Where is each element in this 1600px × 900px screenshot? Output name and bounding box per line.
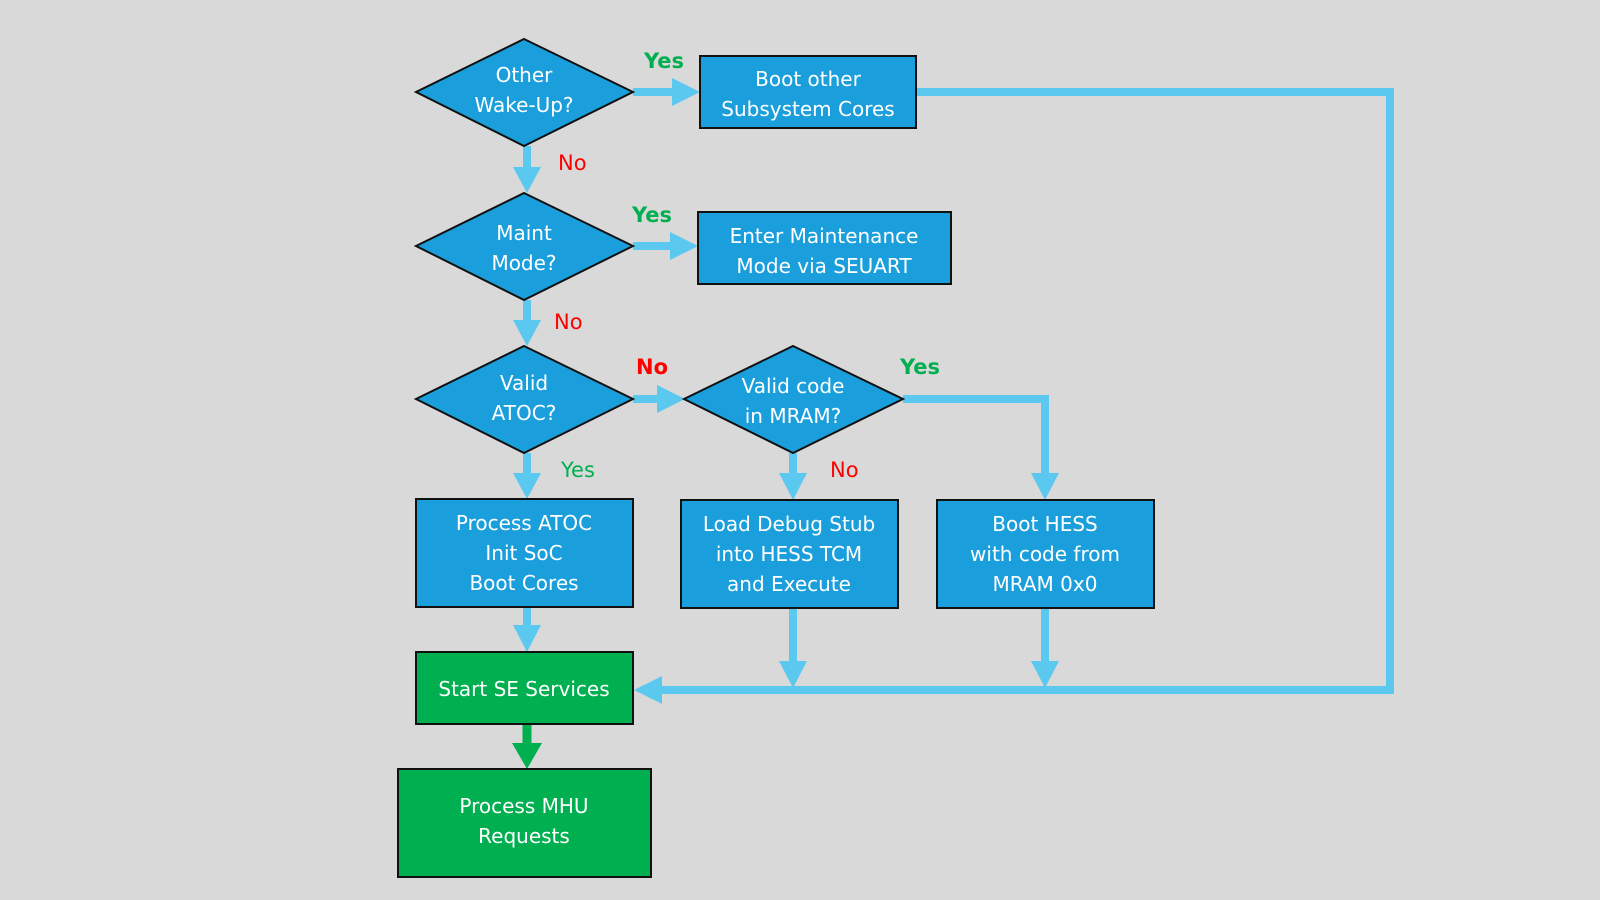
node-text: Init SoC: [485, 541, 562, 565]
node-text: Valid: [500, 371, 548, 395]
node-text: into HESS TCM: [716, 542, 862, 566]
connectors: [512, 78, 1394, 769]
arrowhead: [513, 320, 541, 346]
node-text: Maint: [496, 221, 552, 245]
node-text: Requests: [478, 824, 570, 848]
label-no: No: [558, 151, 587, 175]
node-text: Mode?: [491, 251, 556, 275]
label-yes: Yes: [899, 355, 940, 379]
node-text: Subsystem Cores: [721, 97, 894, 121]
arrowhead: [779, 661, 807, 688]
node-text: Start SE Services: [438, 677, 609, 701]
decision-maint-mode: Maint Mode?: [413, 191, 636, 302]
node-text: Mode via SEUART: [736, 254, 912, 278]
arrowhead: [513, 167, 541, 193]
label-no: No: [554, 310, 583, 334]
process-boot-other: Boot other Subsystem Cores: [699, 55, 917, 129]
decision-other-wakeup: Other Wake-Up?: [413, 37, 636, 148]
terminal-process-mhu: Process MHU Requests: [397, 768, 652, 878]
flowchart: Other Wake-Up? Boot other Subsystem Core…: [397, 37, 1394, 878]
node-text: Other: [496, 63, 554, 87]
label-yes: Yes: [643, 49, 684, 73]
node-text: ATOC?: [492, 401, 557, 425]
decision-valid-atoc: Valid ATOC?: [413, 344, 636, 455]
label-no: No: [830, 458, 859, 482]
decision-valid-code: Valid code in MRAM?: [681, 344, 906, 455]
arrowhead: [512, 743, 542, 769]
process-enter-maint: Enter Maintenance Mode via SEUART: [697, 211, 952, 285]
arrowhead: [670, 232, 698, 260]
node-text: Process ATOC: [456, 511, 592, 535]
process-load-debug: Load Debug Stub into HESS TCM and Execut…: [680, 499, 899, 609]
arrowhead: [513, 625, 541, 652]
label-yes: Yes: [560, 458, 595, 482]
label-yes: Yes: [631, 203, 672, 227]
label-no: No: [636, 355, 668, 379]
node-text: MRAM 0x0: [993, 572, 1098, 596]
arrowhead: [1031, 661, 1059, 688]
node-text: with code from: [970, 542, 1120, 566]
node-text: Valid code: [742, 374, 845, 398]
node-text: in MRAM?: [745, 404, 841, 428]
arrowhead: [634, 676, 662, 704]
node-text: Enter Maintenance: [730, 224, 919, 248]
process-atoc: Process ATOC Init SoC Boot Cores: [415, 498, 634, 608]
node-text: Wake-Up?: [474, 93, 573, 117]
arrowhead: [1031, 473, 1059, 500]
node-text: Process MHU: [459, 794, 588, 818]
node-text: Load Debug Stub: [703, 512, 875, 536]
node-text: and Execute: [727, 572, 851, 596]
terminal-start-se: Start SE Services: [415, 651, 634, 725]
arrowhead: [672, 78, 700, 106]
process-boot-hess: Boot HESS with code from MRAM 0x0: [936, 499, 1155, 609]
node-text: Boot other: [755, 67, 861, 91]
arrowhead: [513, 473, 541, 499]
arrowhead: [657, 385, 685, 413]
connector-yes-boot-hess: [903, 395, 1049, 476]
node-text: Boot Cores: [469, 571, 578, 595]
arrowhead: [779, 473, 807, 500]
node-text: Boot HESS: [992, 512, 1097, 536]
